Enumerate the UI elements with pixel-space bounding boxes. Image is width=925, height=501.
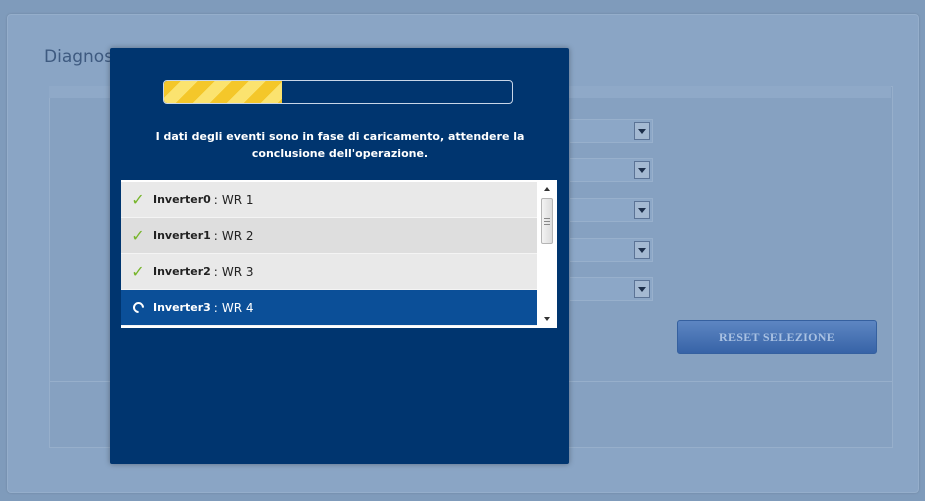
item-separator: : [213,264,218,279]
check-icon: ✓ [131,226,145,245]
list-item-active[interactable]: Inverter3 : WR 4 [121,290,537,326]
item-label: WR 3 [221,264,254,279]
item-name: Inverter1 [153,229,211,242]
item-label: WR 4 [221,300,254,315]
item-name: Inverter0 [153,193,211,206]
spinner-icon [123,299,153,316]
inverter-list: ✓ Inverter0 : WR 1 ✓ Inverter1 : WR 2 ✓ … [121,180,557,328]
progress-bar-fill [164,81,283,103]
chevron-down-icon[interactable] [634,122,650,140]
item-name: Inverter3 [153,301,211,314]
item-name: Inverter2 [153,265,211,278]
check-icon: ✓ [131,262,145,281]
item-separator: : [213,192,218,207]
item-label: WR 1 [221,192,254,207]
filter-select-5[interactable] [570,277,653,301]
filter-select-4[interactable] [570,238,653,262]
scroll-down-icon[interactable] [540,312,554,326]
loading-modal: I dati degli eventi sono in fase di cari… [110,48,569,464]
item-separator: : [213,300,218,315]
chevron-down-icon[interactable] [634,280,650,298]
list-item[interactable]: ✓ Inverter2 : WR 3 [121,254,537,290]
chevron-down-icon[interactable] [634,161,650,179]
check-icon: ✓ [131,190,145,209]
progress-bar [163,80,513,104]
loading-message: I dati degli eventi sono in fase di cari… [155,130,525,160]
list-item[interactable]: ✓ Inverter1 : WR 2 [121,218,537,254]
item-label: WR 2 [221,228,254,243]
filter-select-3[interactable] [570,198,653,222]
item-separator: : [213,228,218,243]
filter-select-2[interactable] [570,158,653,182]
scroll-up-icon[interactable] [540,182,554,196]
reset-selection-button[interactable]: RESET SELEZIONE [677,320,877,354]
chevron-down-icon[interactable] [634,201,650,219]
scroll-thumb[interactable] [541,198,553,244]
filter-select-1[interactable] [570,119,653,143]
list-item[interactable]: ✓ Inverter0 : WR 1 [121,182,537,218]
chevron-down-icon[interactable] [634,241,650,259]
list-scrollbar[interactable] [540,182,554,326]
